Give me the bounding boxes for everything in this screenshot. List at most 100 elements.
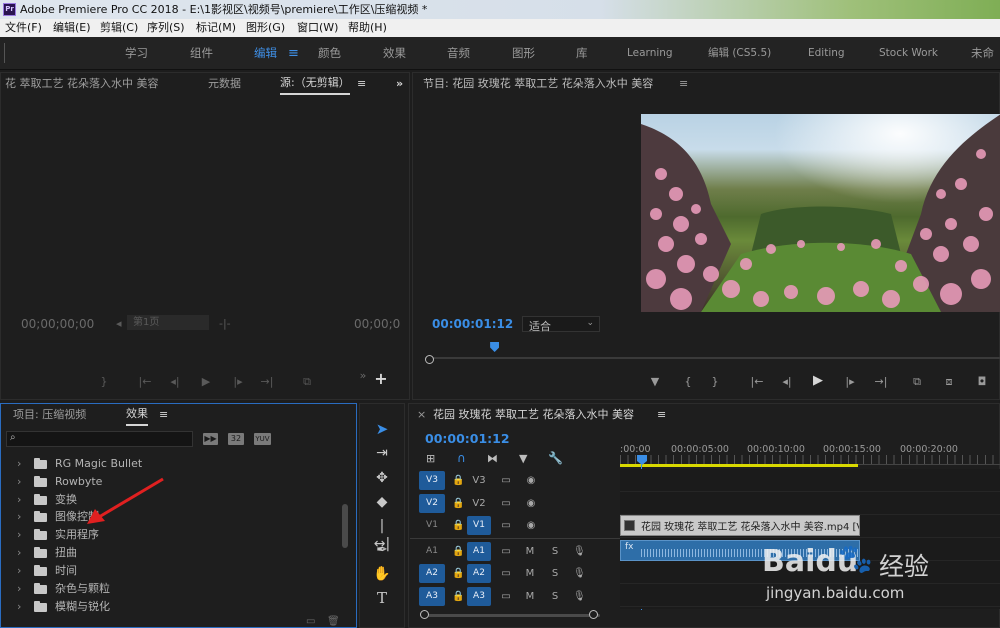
program-goto-out-icon[interactable]: →| <box>873 375 889 389</box>
sync-lock-icon[interactable]: ▭ <box>499 587 513 606</box>
program-lift-icon[interactable]: ⧉ <box>908 375 926 389</box>
workspace-menu-icon[interactable]: ≡ <box>288 37 299 70</box>
program-zoom-handle[interactable] <box>425 355 434 364</box>
effect-folder-time[interactable]: › 时间 <box>17 562 337 580</box>
selection-tool-icon[interactable]: ➤ <box>372 420 392 438</box>
menu-graphics[interactable]: 图形(G) <box>246 19 285 37</box>
source-play-icon[interactable]: ▶ <box>200 375 212 389</box>
timeline-sequence-tab[interactable]: 花园 玫瑰花 萃取工艺 花朵落入水中 美容 <box>433 404 634 426</box>
workspace-tab-editing-en[interactable]: Editing <box>808 37 845 70</box>
eye-icon[interactable]: ◉ <box>524 494 538 513</box>
effect-folder-transform[interactable]: › 变换 <box>17 491 337 509</box>
snap-magnet-icon[interactable]: ∩ <box>457 451 466 465</box>
32bit-effects-icon[interactable]: 32 <box>228 433 244 445</box>
timeline-zoom-handle-right[interactable] <box>589 610 598 619</box>
ripple-edit-tool-icon[interactable]: ✥ <box>372 469 392 487</box>
menu-file[interactable]: 文件(F) <box>5 19 42 37</box>
program-title[interactable]: 节目: 花园 玫瑰花 萃取工艺 花朵落入水中 美容 <box>423 73 653 95</box>
program-step-forward-icon[interactable]: |▸ <box>843 375 857 389</box>
workspace-tab-color[interactable]: 颜色 <box>318 37 341 70</box>
linked-selection-icon[interactable]: ⧓ <box>487 452 498 465</box>
source-patch-a3[interactable]: A3 <box>419 587 445 606</box>
track-target-a2[interactable]: A2 <box>467 564 491 583</box>
workspace-tab-editing-cs55[interactable]: 编辑 (CS5.5) <box>708 37 771 70</box>
track-select-tool-icon[interactable]: ⇥ <box>372 444 392 462</box>
eye-icon[interactable]: ◉ <box>524 471 538 490</box>
effect-folder-rowbyte[interactable]: › Rowbyte <box>17 473 337 491</box>
menu-clip[interactable]: 剪辑(C) <box>100 19 138 37</box>
sync-lock-icon[interactable]: ▭ <box>499 516 513 535</box>
tab-project[interactable]: 项目: 压缩视频 <box>13 404 86 426</box>
effect-folder-rg-magic-bullet[interactable]: › RG Magic Bullet <box>17 455 337 473</box>
source-mark-out-icon[interactable]: } <box>99 375 109 389</box>
add-marker-icon[interactable]: ▼ <box>519 452 527 465</box>
panel-overflow-icon[interactable]: » <box>396 73 403 95</box>
video-clip-v1[interactable]: 花园 玫瑰花 萃取工艺 花朵落入水中 美容.mp4 [V] <box>620 515 860 536</box>
solo-button[interactable]: S <box>550 542 560 561</box>
close-icon[interactable]: × <box>417 404 426 426</box>
workspace-tab-unnamed[interactable]: 未命 <box>971 37 994 70</box>
mute-button[interactable]: M <box>525 587 535 606</box>
track-target-v3[interactable]: V3 <box>419 471 445 490</box>
program-mark-out-icon[interactable]: } <box>710 375 720 389</box>
pen-tool-icon[interactable]: ✒ <box>372 541 392 559</box>
menu-window[interactable]: 窗口(W) <box>297 19 338 37</box>
effect-folder-blur-sharpen[interactable]: › 模糊与锐化 <box>17 598 337 616</box>
accelerated-effects-icon[interactable]: ▶▶ <box>203 433 218 445</box>
nest-sequence-icon[interactable]: ⊞ <box>426 452 435 465</box>
yuv-effects-icon[interactable]: YUV <box>254 433 271 445</box>
program-video-frame[interactable] <box>641 114 1000 312</box>
source-patch-v1[interactable]: V1 <box>419 516 445 535</box>
track-target-a3[interactable]: A3 <box>467 587 491 606</box>
lock-icon[interactable]: 🔒 <box>452 516 464 535</box>
tab-effect-controls[interactable]: 花 萃取工艺 花朵落入水中 美容 <box>5 73 159 95</box>
program-step-back-icon[interactable]: ◂| <box>780 375 794 389</box>
microphone-icon[interactable]: 🎙 <box>573 542 586 561</box>
sync-lock-icon[interactable]: ▭ <box>499 564 513 583</box>
effect-folder-image-control[interactable]: › 图像控制 <box>17 508 337 526</box>
effect-folder-utility[interactable]: › 实用程序 <box>17 526 337 544</box>
tab-effects[interactable]: 效果 <box>126 404 148 426</box>
workspace-tab-libraries[interactable]: 库 <box>576 37 588 70</box>
wrench-icon[interactable]: 🔧 <box>548 451 563 465</box>
type-tool-icon[interactable]: T <box>372 589 392 607</box>
timeline-zoom-handle-left[interactable] <box>420 610 429 619</box>
program-play-icon[interactable]: ▶ <box>811 374 825 388</box>
sync-lock-icon[interactable]: ▭ <box>499 471 513 490</box>
effect-folder-distort[interactable]: › 扭曲 <box>17 544 337 562</box>
workspace-tab-learning[interactable]: Learning <box>627 37 673 70</box>
workspace-tab-audio[interactable]: 音频 <box>447 37 470 70</box>
hand-tool-icon[interactable]: ✋ <box>372 565 392 583</box>
source-patch-a1[interactable]: A1 <box>419 542 445 561</box>
source-panel-menu-icon[interactable]: ≡ <box>357 73 366 95</box>
lock-icon[interactable]: 🔒 <box>452 471 464 490</box>
tab-metadata[interactable]: 元数据 <box>208 73 241 95</box>
workspace-tab-stock-work[interactable]: Stock Work <box>879 37 938 70</box>
program-timecode[interactable]: 00:00:01:12 <box>432 317 513 331</box>
workspace-tab-learn[interactable]: 学习 <box>125 37 148 70</box>
effects-search-input[interactable]: ⌕ <box>6 431 193 447</box>
workspace-tab-effects[interactable]: 效果 <box>383 37 406 70</box>
tab-source[interactable]: 源:（无剪辑） <box>280 73 350 95</box>
workspace-tab-editing-active[interactable]: 编辑 <box>254 37 277 70</box>
mute-button[interactable]: M <box>525 542 535 561</box>
program-zoom-dropdown[interactable]: 适合 ⌄ <box>522 316 600 333</box>
lock-icon[interactable]: 🔒 <box>452 564 464 583</box>
effects-panel-menu-icon[interactable]: ≡ <box>159 404 168 426</box>
track-target-v1[interactable]: V1 <box>467 516 491 535</box>
source-step-forward-icon[interactable]: |▸ <box>232 375 244 389</box>
workspace-tab-assembly[interactable]: 组件 <box>190 37 213 70</box>
program-panel-menu-icon[interactable]: ≡ <box>679 73 688 95</box>
solo-button[interactable]: S <box>550 587 560 606</box>
microphone-icon[interactable]: 🎙 <box>573 564 586 583</box>
program-goto-in-icon[interactable]: |← <box>749 375 765 389</box>
lock-icon[interactable]: 🔒 <box>452 587 464 606</box>
menu-help[interactable]: 帮助(H) <box>348 19 387 37</box>
source-add-button[interactable]: + <box>374 371 388 387</box>
razor-tool-icon[interactable]: ◆ <box>372 493 392 511</box>
delete-icon[interactable]: 🗑 <box>327 616 340 627</box>
program-scrubber-track[interactable] <box>425 357 1000 359</box>
menu-sequence[interactable]: 序列(S) <box>147 19 185 37</box>
source-goto-in-icon[interactable]: |← <box>138 375 152 389</box>
source-step-back-icon[interactable]: ◂| <box>169 375 181 389</box>
